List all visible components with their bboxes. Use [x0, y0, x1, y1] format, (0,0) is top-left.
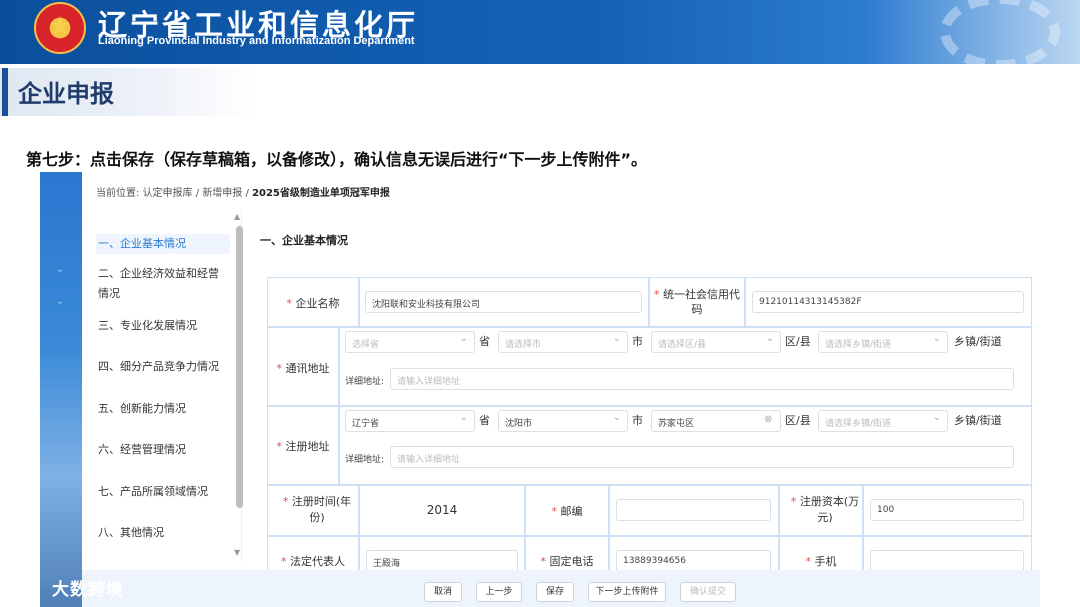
- postcode-label: * 邮编: [551, 505, 583, 518]
- company-name-label: * 企业名称: [286, 297, 340, 310]
- next-upload-attachment-button[interactable]: 下一步上传附件: [588, 582, 666, 602]
- mobile-label: * 手机: [805, 555, 837, 568]
- city-unit: 市: [632, 414, 643, 427]
- watermark-text: 大数跨境: [52, 580, 124, 600]
- previous-step-button[interactable]: 上一步: [476, 582, 522, 602]
- province-unit: 省: [479, 414, 490, 427]
- breadcrumb-separator: /: [195, 188, 200, 199]
- left-decoration: ⌄ ⌄: [40, 172, 82, 607]
- sidebar-scrollbar[interactable]: [236, 226, 243, 508]
- reg-address-label: * 注册地址: [276, 440, 330, 453]
- mail-city-select[interactable]: 请选择市: [498, 331, 628, 353]
- reg-capital-input[interactable]: 100: [870, 499, 1024, 521]
- credit-code-input[interactable]: 91210114313145382F: [752, 291, 1024, 313]
- mail-detail-input[interactable]: 请输入详细地址: [390, 368, 1014, 390]
- section-title: 企业申报: [18, 80, 114, 108]
- legal-rep-label: * 法定代表人: [281, 555, 345, 568]
- mail-town-select[interactable]: 请选择乡镇/街道: [818, 331, 948, 353]
- national-emblem-icon: [34, 2, 86, 54]
- banner-subtitle: Liaoning Provincial Industry and Informa…: [98, 35, 415, 47]
- credit-code-label: * 统一社会信用代码: [654, 288, 740, 316]
- sidebar-item-management[interactable]: 六、经营管理情况: [98, 440, 228, 460]
- section-accent: [2, 68, 8, 116]
- reg-city-select[interactable]: 沈阳市: [498, 410, 628, 432]
- province-unit: 省: [479, 335, 490, 348]
- sidebar-item-specialization[interactable]: 三、专业化发展情况: [98, 316, 228, 336]
- reg-province-select[interactable]: 辽宁省: [345, 410, 475, 432]
- step-instruction: 第七步：点击保存（保存草稿箱，以备修改），确认信息无误后进行“下一步上传附件”。: [26, 150, 648, 169]
- mobile-input[interactable]: [870, 550, 1024, 572]
- confirm-submit-button[interactable]: 确认提交: [680, 582, 736, 602]
- sidebar-item-other[interactable]: 八、其他情况: [98, 523, 228, 543]
- reg-year-label: * 注册时间(年份): [282, 495, 352, 524]
- company-name-input[interactable]: 沈阳联和安业科技有限公司: [365, 291, 642, 313]
- sidebar-item-product-field[interactable]: 七、产品所属领域情况: [98, 482, 228, 502]
- mail-detail-label: 详细地址:: [345, 377, 385, 387]
- breadcrumb: 当前位置: 认定申报库 / 新增申报 / 2025省级制造业单项冠军申报: [96, 184, 390, 199]
- breadcrumb-item[interactable]: 认定申报库: [143, 188, 193, 199]
- reg-year-value: 2014: [426, 503, 458, 517]
- chevron-down-icon: ⌄: [56, 264, 65, 275]
- sidebar-nav: 一、企业基本情况 二、企业经济效益和经营情况 三、专业化发展情况 四、细分产品竞…: [92, 210, 242, 562]
- save-button[interactable]: 保存: [536, 582, 574, 602]
- sidebar-item-economic[interactable]: 二、企业经济效益和经营情况: [98, 264, 228, 304]
- town-unit: 乡镇/街道: [954, 414, 1002, 427]
- postcode-input[interactable]: [616, 499, 771, 521]
- city-unit: 市: [632, 335, 643, 348]
- district-unit: 区/县: [785, 335, 811, 348]
- reg-town-select[interactable]: 请选择乡镇/街道: [818, 410, 948, 432]
- breadcrumb-prefix: 当前位置:: [96, 188, 140, 199]
- reg-detail-input[interactable]: 请输入详细地址: [390, 446, 1014, 468]
- legal-rep-input[interactable]: 王殿海: [366, 550, 518, 572]
- breadcrumb-item[interactable]: 新增申报: [202, 188, 242, 199]
- reg-district-select[interactable]: 苏家屯区: [651, 410, 781, 432]
- reg-detail-label: 详细地址:: [345, 455, 385, 465]
- scroll-down-arrow-icon[interactable]: ▼: [234, 548, 240, 557]
- mail-district-select[interactable]: 请选择区/县: [651, 331, 781, 353]
- form-section-title: 一、企业基本情况: [260, 234, 348, 247]
- breadcrumb-current: 2025省级制造业单项冠军申报: [252, 188, 390, 199]
- scroll-up-arrow-icon[interactable]: ▲: [234, 212, 240, 221]
- landline-input[interactable]: 13889394656: [616, 550, 771, 572]
- landline-label: * 固定电话: [540, 555, 594, 568]
- clear-circle-icon[interactable]: ⊗: [764, 414, 772, 425]
- gear-decoration-icon: [940, 0, 1060, 64]
- sidebar-item-basic-info[interactable]: 一、企业基本情况: [96, 234, 230, 254]
- mail-province-select[interactable]: 选择省: [345, 331, 475, 353]
- cancel-button[interactable]: 取消: [424, 582, 462, 602]
- town-unit: 乡镇/街道: [954, 335, 1002, 348]
- watermark-logo-icon: ⓒ∞: [10, 578, 40, 597]
- breadcrumb-separator: /: [245, 188, 249, 199]
- reg-capital-label: * 注册资本(万元): [790, 495, 860, 524]
- mail-address-label: * 通讯地址: [276, 362, 330, 375]
- sidebar-item-innovation[interactable]: 五、创新能力情况: [98, 399, 228, 419]
- sidebar-item-product-competitiveness[interactable]: 四、细分产品竞争力情况: [98, 357, 228, 377]
- chevron-down-icon: ⌄: [56, 296, 65, 307]
- district-unit: 区/县: [785, 414, 811, 427]
